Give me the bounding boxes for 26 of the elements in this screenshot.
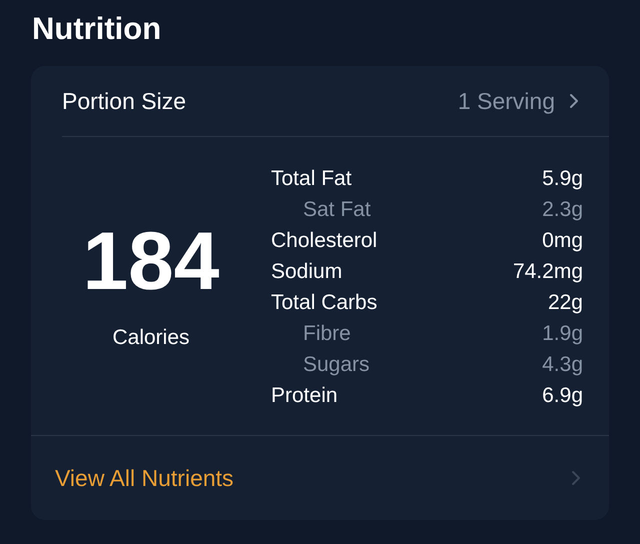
nutrient-name: Sodium — [271, 258, 344, 285]
nutrient-amount: 4.3g — [542, 352, 583, 378]
nutrient-amount: 0mg — [542, 228, 583, 254]
nutrient-name: Total Fat — [271, 166, 353, 192]
nutrient-amount: 1.9g — [542, 320, 583, 347]
calories-label: Calories — [112, 325, 190, 351]
nutrient-name: Protein — [271, 382, 339, 409]
nutrient-amount: 5.9g — [542, 166, 583, 192]
portion-size-row[interactable]: Portion Size 1 Serving — [62, 66, 609, 137]
nutrient-amount: 2.3g — [542, 196, 583, 223]
chevron-right-icon — [569, 93, 579, 109]
section-title: Nutrition — [32, 10, 162, 48]
calorie-count: 184 — [82, 217, 220, 307]
nutrient-name: Cholesterol — [271, 228, 378, 254]
view-all-nutrients-link[interactable]: View All Nutrients — [31, 436, 609, 520]
nutrient-name: Sat Fat — [303, 196, 372, 223]
nutrient-amount: 6.9g — [542, 382, 583, 409]
link-text: View All Nutrients — [55, 464, 235, 493]
nutrient-name: Sugars — [303, 352, 371, 378]
nutrient-amount: 74.2mg — [512, 258, 583, 285]
portion-value: 1 Serving — [458, 86, 555, 116]
chevron-right-icon — [571, 470, 581, 486]
nutrient-name: Fibre — [303, 320, 352, 347]
nutrient-name: Total Carbs — [271, 290, 378, 316]
nutrient-amount: 22g — [548, 290, 583, 316]
portion-label: Portion Size — [62, 86, 188, 116]
